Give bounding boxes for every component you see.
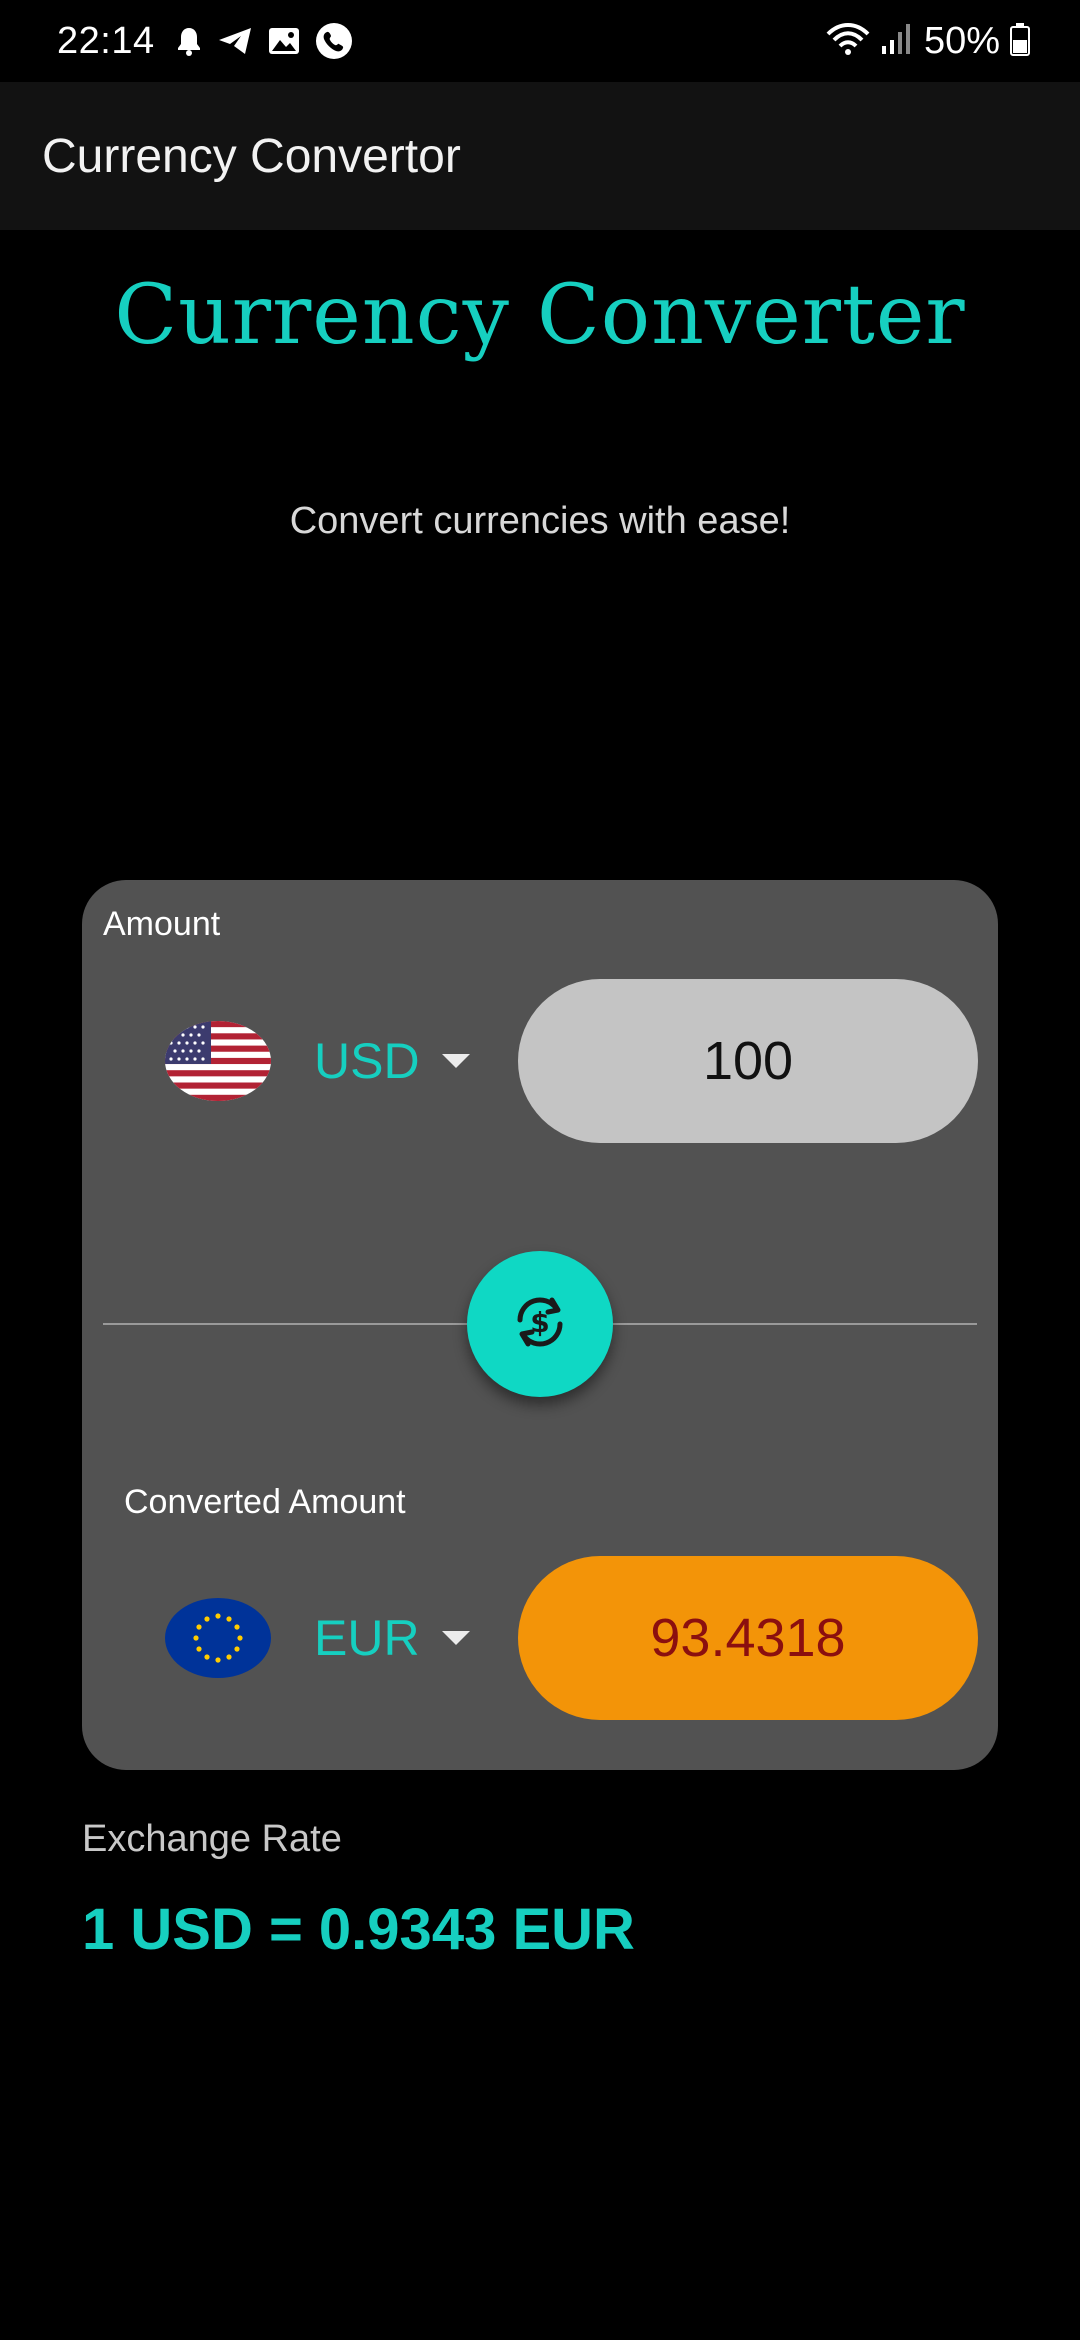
telegram-icon xyxy=(217,26,253,56)
to-currency-dropdown-icon[interactable] xyxy=(442,1631,470,1645)
converted-amount-value: 93.4318 xyxy=(518,1556,978,1720)
to-currency-code[interactable]: EUR xyxy=(314,1609,420,1667)
status-system-icons: 50% xyxy=(826,20,1030,63)
exchange-rate-value: 1 USD = 0.9343 EUR xyxy=(82,1897,635,1962)
to-currency-row: EUR 93.4318 xyxy=(82,1556,998,1720)
status-time: 22:14 xyxy=(57,19,155,62)
battery-percentage: 50% xyxy=(923,19,1000,62)
eu-flag-icon xyxy=(165,1598,271,1678)
from-currency-dropdown-icon[interactable] xyxy=(442,1054,470,1068)
svg-text:$: $ xyxy=(530,1306,549,1339)
us-flag-icon xyxy=(165,1021,271,1101)
phone-call-icon xyxy=(315,22,353,60)
from-currency-code[interactable]: USD xyxy=(314,1032,420,1090)
amount-label: Amount xyxy=(103,905,221,943)
page-title: Currency Converter xyxy=(114,268,966,363)
amount-input[interactable]: 100 xyxy=(518,979,978,1143)
app-bar-title: Currency Convertor xyxy=(42,129,461,183)
currency-swap-icon: $ xyxy=(508,1290,572,1359)
converter-card: Amount USD 100 $ Converted Amount EUR 93… xyxy=(82,880,998,1770)
battery-icon xyxy=(1010,22,1030,61)
app-bar: Currency Convertor xyxy=(0,82,1080,230)
page-subtitle: Convert currencies with ease! xyxy=(289,500,791,542)
exchange-rate-label: Exchange Rate xyxy=(82,1818,342,1860)
signal-icon xyxy=(880,22,914,61)
status-bar: 22:14 50% xyxy=(0,0,1080,82)
from-currency-row: USD 100 xyxy=(82,979,998,1143)
status-notification-icons xyxy=(175,22,353,60)
gallery-icon xyxy=(267,26,301,56)
converted-amount-label: Converted Amount xyxy=(124,1483,406,1521)
notification-bell-icon xyxy=(175,26,203,56)
wifi-icon xyxy=(826,22,870,61)
swap-currencies-button[interactable]: $ xyxy=(467,1251,613,1397)
